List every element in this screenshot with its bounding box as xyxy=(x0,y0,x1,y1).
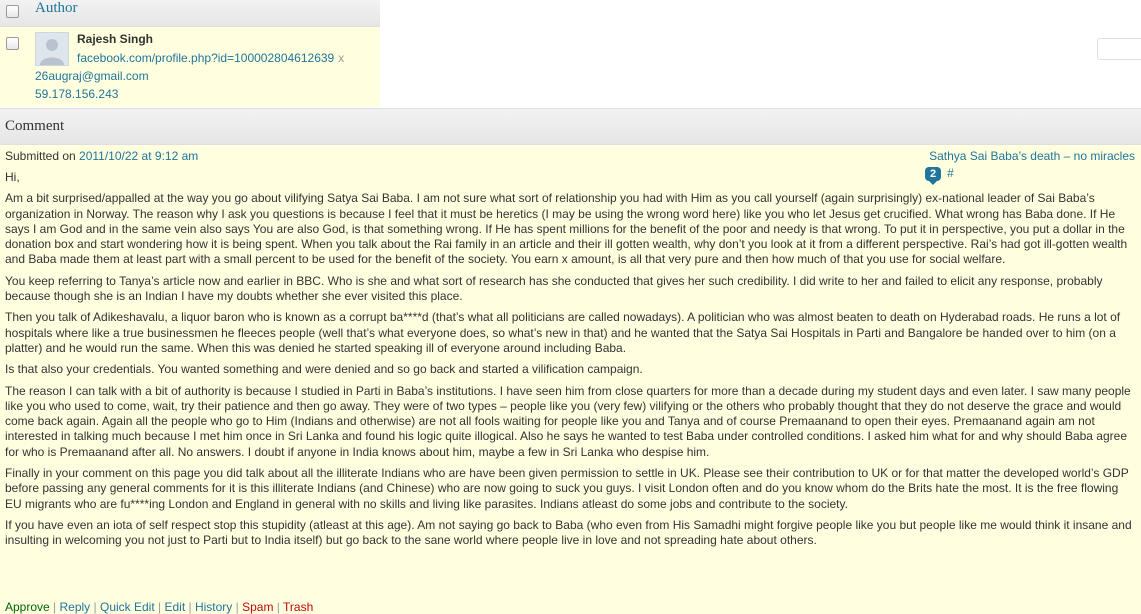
approve-link[interactable]: Approve xyxy=(5,600,50,614)
response-post-link[interactable]: Sathya Sai Baba’s death – no miracles xyxy=(929,149,1135,163)
action-separator: | xyxy=(154,600,165,614)
author-url-link[interactable]: facebook.com/profile.php?id=100002804612… xyxy=(77,51,334,65)
comment-row: Submitted on 2011/10/22 at 9:12 am Sathy… xyxy=(0,145,1141,614)
right-edge-field[interactable] xyxy=(1097,38,1141,60)
remove-url-icon[interactable]: x xyxy=(338,51,344,65)
action-separator: | xyxy=(185,600,195,614)
author-info-row: Rajesh Singh facebook.com/profile.php?id… xyxy=(0,27,380,107)
comment-column-label: Comment xyxy=(5,118,65,134)
comment-paragraph: Is that also your credentials. You wante… xyxy=(5,362,643,377)
comment-paragraph: You keep referring to Tanya’s article no… xyxy=(5,273,1103,304)
comment-paragraph: Hi, xyxy=(5,170,20,184)
author-name: Rajesh Singh xyxy=(77,32,154,46)
action-separator: | xyxy=(49,600,60,614)
action-separator: | xyxy=(90,600,100,614)
submitted-label: Submitted on xyxy=(5,149,80,163)
comment-paragraph: Then you talk of Adikeshavalu, a liquor … xyxy=(5,310,1121,355)
comment-paragraph: Finally in your comment on this page you… xyxy=(5,466,1129,511)
spam-link[interactable]: Spam xyxy=(242,600,273,614)
author-email-link[interactable]: 26augraj@gmail.com xyxy=(35,69,149,83)
comment-paragraph: The reason I can talk with a bit of auth… xyxy=(5,383,1131,459)
default-avatar-icon xyxy=(36,33,68,65)
select-all-checkbox[interactable] xyxy=(6,5,19,18)
comment-paragraph: If you have even an iota of self respect… xyxy=(5,517,1132,548)
submitted-date-link[interactable]: 2011/10/22 at 9:12 am xyxy=(79,149,198,163)
author-url-wrap: facebook.com/profile.php?id=100002804612… xyxy=(77,51,344,65)
avatar xyxy=(35,32,69,66)
history-link[interactable]: History xyxy=(195,600,232,614)
quick-edit-link[interactable]: Quick Edit xyxy=(100,600,155,614)
reply-link[interactable]: Reply xyxy=(60,600,91,614)
action-separator: | xyxy=(232,600,243,614)
author-column-sort-link[interactable]: Author xyxy=(35,0,78,17)
comment-paragraph: Am a bit surprised/appalled at the way y… xyxy=(5,191,1128,267)
row-select-checkbox[interactable] xyxy=(6,37,19,50)
submitted-on: Submitted on 2011/10/22 at 9:12 am xyxy=(5,149,198,163)
comment-column-header: Comment xyxy=(0,108,1141,145)
edit-link[interactable]: Edit xyxy=(164,600,185,614)
comment-text: Hi, Am a bit surprised/appalled at the w… xyxy=(5,170,1133,555)
row-actions: Approve | Reply | Quick Edit | Edit | Hi… xyxy=(5,600,313,614)
author-column-header: Author xyxy=(0,0,380,27)
action-separator: | xyxy=(273,600,284,614)
trash-link[interactable]: Trash xyxy=(283,600,313,614)
author-ip-link[interactable]: 59.178.156.243 xyxy=(35,87,118,101)
